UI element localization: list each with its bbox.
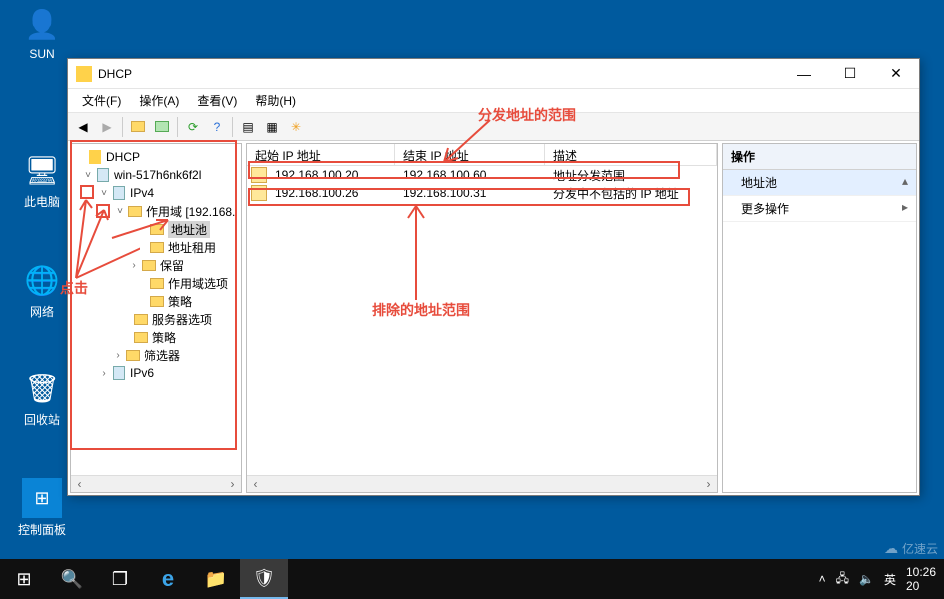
tree-server-options[interactable]: 服务器选项	[73, 310, 239, 328]
toolbar-separator	[177, 117, 178, 137]
dhcp-window: DHCP ― ☐ ✕ 文件(F) 操作(A) 查看(V) 帮助(H) ◀ ▶ ⟳…	[67, 58, 920, 496]
list-button[interactable]: ▤	[237, 116, 259, 138]
desktop-icon-this-pc[interactable]: 🖥此电脑	[12, 150, 72, 210]
dhcp-task-button[interactable]: 🛡	[240, 559, 288, 599]
menu-file[interactable]: 文件(F)	[74, 90, 129, 111]
tray-clock[interactable]: 10:2620	[906, 565, 936, 593]
new-button[interactable]	[127, 116, 149, 138]
refresh-button[interactable]: ⟳	[182, 116, 204, 138]
toolbar: ◀ ▶ ⟳ ? ▤ ▦ ✳	[68, 113, 919, 141]
back-button[interactable]: ◀	[72, 116, 94, 138]
toolbar-separator	[232, 117, 233, 137]
cell-desc: 分发中不包括的 IP 地址	[545, 184, 687, 203]
folder-button[interactable]	[151, 116, 173, 138]
desktop-icon-network[interactable]: 🌐网络	[12, 260, 72, 320]
actions-pane: 操作 地址池▴ 更多操作▸	[722, 143, 917, 493]
system-tray[interactable]: ˄ 🖧 🔈 英 10:2620	[819, 565, 944, 593]
tree-server[interactable]: ˅win-517h6nk6f2l	[73, 166, 239, 184]
titlebar: DHCP ― ☐ ✕	[68, 59, 919, 89]
tree-policy[interactable]: 策略	[73, 292, 239, 310]
tree-leases[interactable]: 地址租用	[73, 238, 239, 256]
col-end-ip[interactable]: 结束 IP 地址	[395, 144, 545, 165]
ie-button[interactable]: e	[144, 559, 192, 599]
col-desc[interactable]: 描述	[545, 144, 717, 165]
menu-view[interactable]: 查看(V)	[189, 90, 245, 111]
tray-up-icon[interactable]: ˄	[819, 572, 826, 586]
tree-address-pool[interactable]: 地址池	[73, 220, 239, 238]
window-body: DHCP ˅win-517h6nk6f2l ˅IPv4 ˅作用域 [192.16…	[68, 141, 919, 495]
tree-policies[interactable]: 策略	[73, 328, 239, 346]
row-icon	[251, 185, 267, 201]
desktop-icon-sun[interactable]: 👤SUN	[12, 4, 72, 61]
desktop-icon-control-panel[interactable]: ⊞控制面板	[12, 478, 72, 538]
tree-ipv6[interactable]: ›IPv6	[73, 364, 239, 382]
cell-desc: 地址分发范围	[545, 166, 633, 185]
list-pane: 起始 IP 地址 结束 IP 地址 描述 192.168.100.20 192.…	[246, 143, 718, 493]
actions-header: 操作	[723, 144, 916, 170]
start-button[interactable]: ⊞	[0, 559, 48, 599]
tree-root-dhcp[interactable]: DHCP	[73, 148, 239, 166]
forward-button[interactable]: ▶	[96, 116, 118, 138]
toolbar-separator	[122, 117, 123, 137]
app-icon	[76, 66, 92, 82]
taskbar: ⊞ 🔍 ❐ e 📁 🛡 ˄ 🖧 🔈 英 10:2620	[0, 559, 944, 599]
maximize-button[interactable]: ☐	[827, 59, 873, 89]
cell-end-ip: 192.168.100.60	[395, 167, 545, 183]
col-start-ip[interactable]: 起始 IP 地址	[247, 144, 395, 165]
desktop-icon-recycle-bin[interactable]: 🗑回收站	[12, 368, 72, 428]
tree-ipv4[interactable]: ˅IPv4	[73, 184, 239, 202]
tree-filters[interactable]: ›筛选器	[73, 346, 239, 364]
minimize-button[interactable]: ―	[781, 59, 827, 89]
tree-scope-options[interactable]: 作用域选项	[73, 274, 239, 292]
search-button[interactable]: 🔍	[48, 559, 96, 599]
tree-scrollbar[interactable]: ‹›	[71, 475, 241, 492]
explorer-button[interactable]: 📁	[192, 559, 240, 599]
tree-pane: DHCP ˅win-517h6nk6f2l ˅IPv4 ˅作用域 [192.16…	[70, 143, 242, 493]
list-scrollbar[interactable]: ‹›	[247, 475, 717, 492]
grid-button[interactable]: ▦	[261, 116, 283, 138]
star-button[interactable]: ✳	[285, 116, 307, 138]
action-address-pool[interactable]: 地址池▴	[723, 170, 916, 196]
tree-reservations[interactable]: ›保留	[73, 256, 239, 274]
tree-scope[interactable]: ˅作用域 [192.168.	[73, 202, 239, 220]
close-button[interactable]: ✕	[873, 59, 919, 89]
list-row-exclusion[interactable]: 192.168.100.26 192.168.100.31 分发中不包括的 IP…	[247, 184, 717, 202]
list-header: 起始 IP 地址 结束 IP 地址 描述	[247, 144, 717, 166]
tray-volume-icon[interactable]: 🔈	[859, 572, 874, 586]
tray-ime[interactable]: 英	[884, 571, 896, 588]
window-title: DHCP	[98, 67, 781, 81]
menu-action[interactable]: 操作(A)	[131, 90, 187, 111]
row-icon	[251, 167, 267, 183]
menubar: 文件(F) 操作(A) 查看(V) 帮助(H)	[68, 89, 919, 113]
tray-network-icon[interactable]: 🖧	[836, 569, 849, 590]
menu-help[interactable]: 帮助(H)	[247, 90, 304, 111]
cell-start-ip: 192.168.100.20	[267, 167, 395, 183]
action-more[interactable]: 更多操作▸	[723, 196, 916, 222]
cell-start-ip: 192.168.100.26	[267, 185, 395, 201]
watermark: ☁ 亿速云	[884, 540, 938, 557]
task-view-button[interactable]: ❐	[96, 559, 144, 599]
list-row-distribution[interactable]: 192.168.100.20 192.168.100.60 地址分发范围	[247, 166, 717, 184]
cell-end-ip: 192.168.100.31	[395, 185, 545, 201]
help-button[interactable]: ?	[206, 116, 228, 138]
tree: DHCP ˅win-517h6nk6f2l ˅IPv4 ˅作用域 [192.16…	[71, 144, 241, 386]
